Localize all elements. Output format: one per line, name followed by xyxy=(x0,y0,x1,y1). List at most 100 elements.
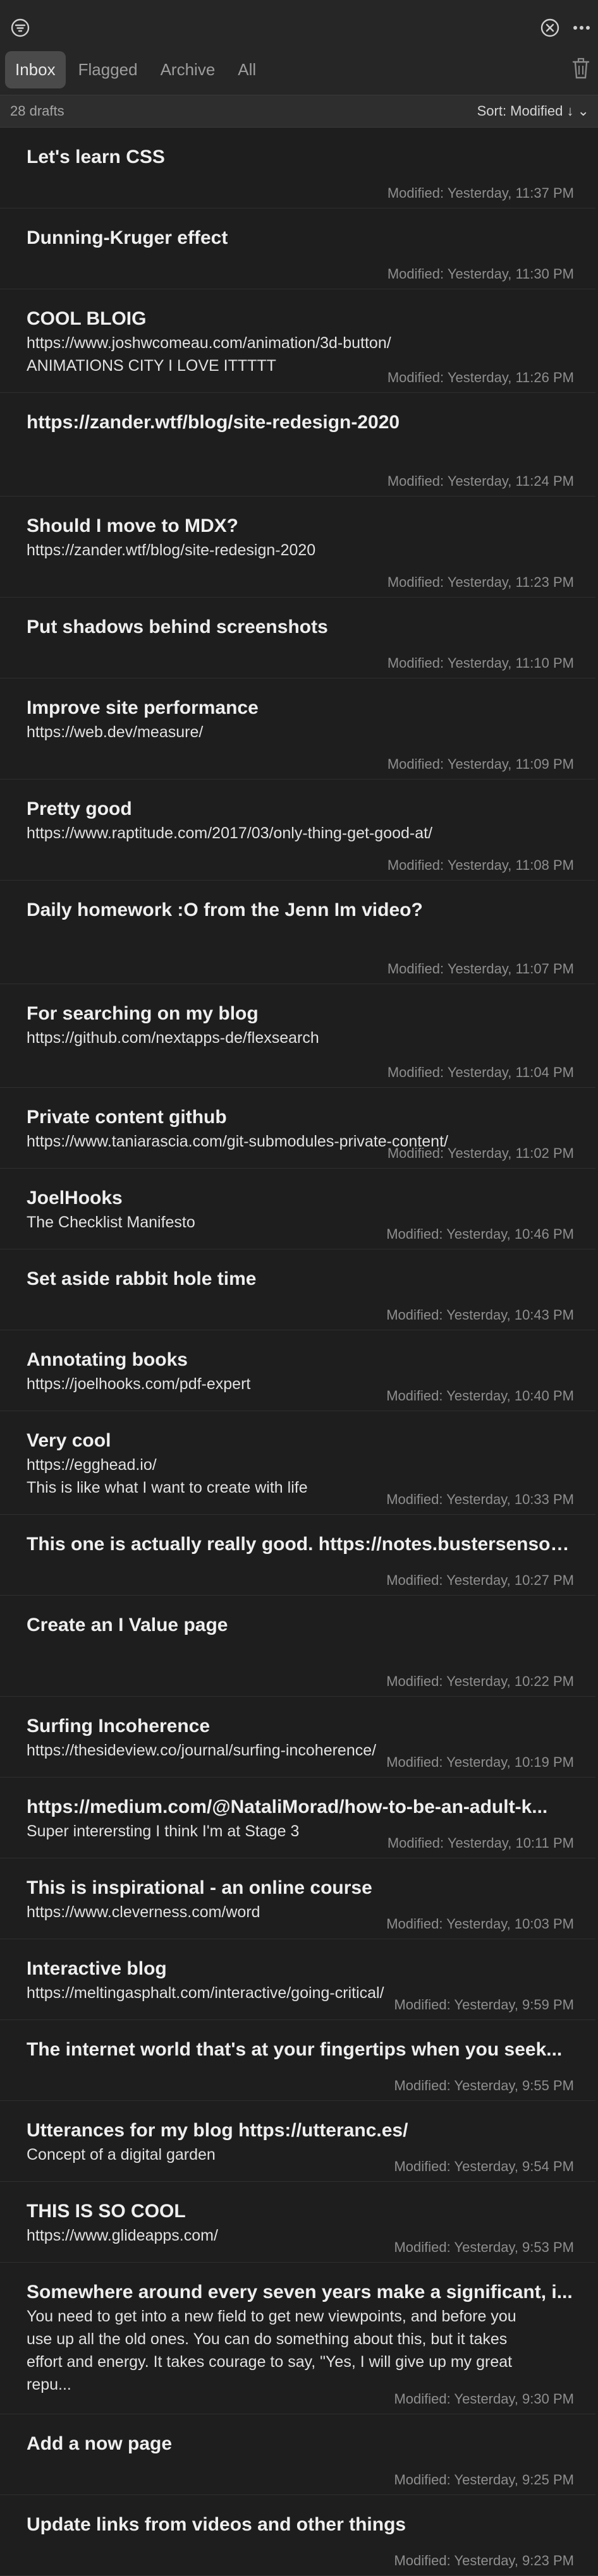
draft-title: COOL BLOIG xyxy=(27,308,147,329)
draft-title: For searching on my blog xyxy=(27,1003,259,1024)
draft-preview-line: You need to get into a new field to get … xyxy=(27,2308,516,2325)
draft-modified-date: Modified: Yesterday, 11:07 PM xyxy=(387,961,574,977)
draft-list-item[interactable]: The internet world that's at your finger… xyxy=(0,2020,598,2101)
draft-list-item[interactable]: Utterances for my blog https://utteranc.… xyxy=(0,2101,598,2182)
tab-archive[interactable]: Archive xyxy=(150,51,226,88)
draft-list-item[interactable]: Surfing Incoherence https://thesideview.c… xyxy=(0,1697,598,1778)
draft-modified-date: Modified: Yesterday, 11:10 PM xyxy=(387,655,574,671)
draft-title: Utterances for my blog https://utteranc.… xyxy=(27,2120,408,2141)
tab-bar: Inbox Flagged Archive All xyxy=(5,49,269,90)
draft-list-item[interactable]: Set aside rabbit hole time Modified: Yest… xyxy=(0,1249,598,1330)
sort-button[interactable]: Sort: Modified ↓ ⌄ xyxy=(477,103,589,119)
draft-list-item[interactable]: Dunning-Kruger effect Modified: Yesterday… xyxy=(0,208,598,289)
draft-modified-date: Modified: Yesterday, 11:04 PM xyxy=(387,1064,574,1080)
draft-count: 28 drafts xyxy=(10,103,64,119)
tab-flagged[interactable]: Flagged xyxy=(68,51,148,88)
draft-modified-date: Modified: Yesterday, 10:43 PM xyxy=(386,1307,574,1323)
tab-inbox[interactable]: Inbox xyxy=(5,51,66,88)
tab-all[interactable]: All xyxy=(228,51,266,88)
draft-preview-line: use up all the old ones. You can do some… xyxy=(27,2330,508,2348)
draft-title: Improve site performance xyxy=(27,697,259,718)
draft-list-item[interactable]: Very cool https://egghead.io/This is like… xyxy=(0,1411,598,1515)
draft-modified-date: Modified: Yesterday, 11:24 PM xyxy=(387,473,574,489)
draft-title: Put shadows behind screenshots xyxy=(27,617,328,637)
draft-modified-date: Modified: Yesterday, 9:30 PM xyxy=(394,2391,574,2407)
draft-title: THIS IS SO COOL xyxy=(27,2201,186,2222)
draft-modified-date: Modified: Yesterday, 10:22 PM xyxy=(386,1673,574,1689)
draft-title: This one is actually really good. https:… xyxy=(27,1534,574,1555)
draft-list-item[interactable]: Pretty good https://www.raptitude.com/201… xyxy=(0,779,598,881)
list-status-bar: 28 drafts Sort: Modified ↓ ⌄ xyxy=(0,95,598,128)
draft-modified-date: Modified: Yesterday, 10:27 PM xyxy=(386,1572,574,1588)
draft-list-item[interactable]: Create an I Value page Modified: Yesterda… xyxy=(0,1596,598,1697)
draft-title: Somewhere around every seven years make … xyxy=(27,2282,573,2302)
draft-title: Set aside rabbit hole time xyxy=(27,1268,257,1289)
draft-title: Annotating books xyxy=(27,1349,188,1370)
draft-modified-date: Modified: Yesterday, 9:53 PM xyxy=(394,2239,574,2255)
draft-list-item[interactable]: Somewhere around every seven years make … xyxy=(0,2263,598,2414)
draft-modified-date: Modified: Yesterday, 11:26 PM xyxy=(387,370,574,385)
draft-preview-line: https://www.raptitude.com/2017/03/only-t… xyxy=(27,824,433,842)
draft-title: https://zander.wtf/blog/site-redesign-20… xyxy=(27,412,400,433)
draft-list-item[interactable]: Let's learn CSS Modified: Yesterday, 11:3… xyxy=(0,128,598,208)
draft-title: https://medium.com/@NataliMorad/how-to-b… xyxy=(27,1797,548,1817)
scrollbar[interactable] xyxy=(595,128,598,2555)
draft-list-item[interactable]: Update links from videos and other thing… xyxy=(0,2495,598,2576)
draft-title: Add a now page xyxy=(27,2433,173,2454)
draft-title: Let's learn CSS xyxy=(27,147,165,167)
draft-modified-date: Modified: Yesterday, 9:55 PM xyxy=(394,2078,574,2093)
draft-modified-date: Modified: Yesterday, 11:30 PM xyxy=(387,266,574,282)
draft-title: Interactive blog xyxy=(27,1958,167,1979)
draft-title: JoelHooks xyxy=(27,1188,123,1208)
draft-preview-line: https://egghead.io/ xyxy=(27,1456,157,1474)
draft-list-item[interactable]: JoelHooks The Checklist Manifesto Modified… xyxy=(0,1169,598,1249)
draft-title: Should I move to MDX? xyxy=(27,515,238,536)
draft-title: Update links from videos and other thing… xyxy=(27,2514,406,2535)
draft-list-item[interactable]: This is inspirational - an online course… xyxy=(0,1858,598,1939)
draft-list-item[interactable]: Should I move to MDX? https://zander.wtf/… xyxy=(0,497,598,598)
draft-list-item[interactable]: Private content github https://www.taniar… xyxy=(0,1088,598,1169)
draft-preview-line: effort and energy. It takes courage to s… xyxy=(27,2353,513,2371)
draft-modified-date: Modified: Yesterday, 11:09 PM xyxy=(387,756,574,772)
draft-modified-date: Modified: Yesterday, 10:40 PM xyxy=(386,1388,574,1404)
draft-list-item[interactable]: Interactive blog https://meltingasphalt.c… xyxy=(0,1939,598,2020)
draft-modified-date: Modified: Yesterday, 10:19 PM xyxy=(386,1754,574,1770)
draft-list: Let's learn CSS Modified: Yesterday, 11:3… xyxy=(0,128,598,2576)
draft-title: The internet world that's at your finger… xyxy=(27,2039,563,2060)
draft-modified-date: Modified: Yesterday, 10:03 PM xyxy=(386,1916,574,1932)
draft-title: Dunning-Kruger effect xyxy=(27,227,228,248)
draft-modified-date: Modified: Yesterday, 11:23 PM xyxy=(387,574,574,590)
trash-icon[interactable] xyxy=(570,56,592,81)
draft-list-item[interactable]: Improve site performance https://web.dev/… xyxy=(0,678,598,779)
draft-list-item[interactable]: Daily homework :O from the Jenn Im video… xyxy=(0,881,598,984)
draft-list-item[interactable]: This one is actually really good. https:… xyxy=(0,1515,598,1596)
draft-title: This is inspirational - an online course xyxy=(27,1877,372,1898)
draft-list-item[interactable]: Annotating books https://joelhooks.com/pd… xyxy=(0,1330,598,1411)
draft-modified-date: Modified: Yesterday, 10:11 PM xyxy=(387,1835,574,1851)
filter-icon[interactable] xyxy=(9,16,32,39)
draft-title: Create an I Value page xyxy=(27,1615,228,1635)
draft-modified-date: Modified: Yesterday, 10:46 PM xyxy=(386,1226,574,1242)
toolbar: Inbox Flagged Archive All xyxy=(0,0,598,95)
draft-title: Very cool xyxy=(27,1430,111,1451)
draft-modified-date: Modified: Yesterday, 9:59 PM xyxy=(394,1997,574,2013)
draft-modified-date: Modified: Yesterday, 11:08 PM xyxy=(387,857,574,873)
draft-preview-line: https://web.dev/measure/ xyxy=(27,723,204,741)
draft-preview-line: https://github.com/nextapps-de/flexsearc… xyxy=(27,1029,319,1047)
more-icon[interactable] xyxy=(570,16,593,39)
draft-list-item[interactable]: THIS IS SO COOL https://www.glideapps.com… xyxy=(0,2182,598,2263)
draft-title: Pretty good xyxy=(27,798,132,819)
draft-list-item[interactable]: Put shadows behind screenshots Modified: … xyxy=(0,598,598,678)
draft-list-item[interactable]: https://medium.com/@NataliMorad/how-to-b… xyxy=(0,1778,598,1858)
close-circle-icon[interactable] xyxy=(539,16,561,39)
draft-title: Daily homework :O from the Jenn Im video… xyxy=(27,900,423,920)
draft-modified-date: Modified: Yesterday, 9:23 PM xyxy=(394,2553,574,2568)
draft-modified-date: Modified: Yesterday, 11:02 PM xyxy=(387,1145,574,1161)
draft-list-item[interactable]: Add a now page Modified: Yesterday, 9:25 … xyxy=(0,2414,598,2495)
draft-list-item[interactable]: COOL BLOIG https://www.joshwcomeau.com/an… xyxy=(0,289,598,393)
draft-title: Surfing Incoherence xyxy=(27,1716,211,1736)
draft-modified-date: Modified: Yesterday, 11:37 PM xyxy=(387,185,574,201)
draft-title: Private content github xyxy=(27,1107,227,1128)
draft-list-item[interactable]: https://zander.wtf/blog/site-redesign-20… xyxy=(0,393,598,497)
draft-list-item[interactable]: For searching on my blog https://github.c… xyxy=(0,984,598,1088)
